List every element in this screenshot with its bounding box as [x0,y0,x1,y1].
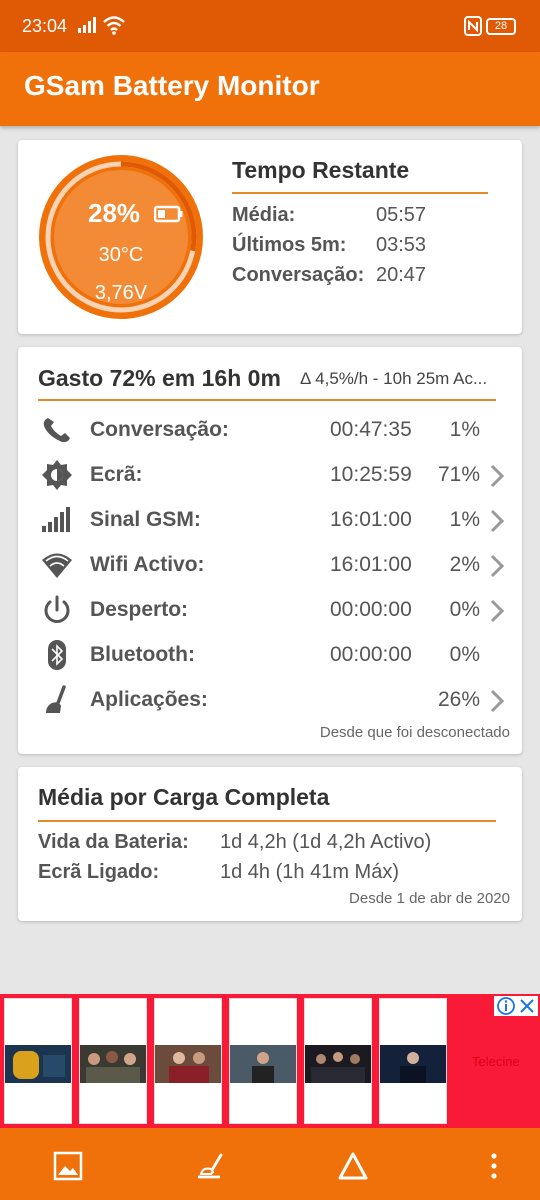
usage-row-awake[interactable]: Desperto: 00:00:00 0% [18,590,522,630]
usage-label: Bluetooth: [90,643,195,666]
average-footer: Desde 1 de abr de 2020 [349,890,510,907]
usage-percent: 1% [449,418,480,441]
nfc-icon [464,16,482,36]
time-remaining-value: 20:47 [376,264,427,286]
ad-choices[interactable] [494,996,538,1016]
bluetooth-icon [48,640,66,670]
average-title: Média por Carga Completa [38,784,330,810]
ad-thumbnail [305,1045,371,1083]
time-remaining-label: Média: [232,204,296,226]
usage-row-signal[interactable]: Sinal GSM: 16:01:00 1% [18,500,522,540]
time-remaining-title: Tempo Restante [232,157,410,183]
ad-tile[interactable] [79,998,147,1124]
usage-row-call[interactable]: Conversação: 00:47:35 1% [18,410,522,450]
usage-label: Desperto: [90,598,189,621]
battery-status-card: 28% 30°C 3,76V Tempo Restante Média: 05:… [18,140,522,334]
battery-voltage: 3,76V [94,282,148,304]
chevron-right-icon[interactable] [488,463,506,489]
ad-thumbnail [230,1045,296,1083]
phone-icon [43,418,70,443]
ad-tile[interactable] [4,998,72,1124]
ad-thumbnail [155,1045,221,1083]
usage-row-screen[interactable]: Ecrã: 10:25:59 71% [18,455,522,495]
ad-thumbnail [80,1045,146,1083]
time-remaining-value: 05:57 [376,204,427,226]
usage-percent: 71% [437,463,480,486]
app-bar: GSam Battery Monitor [0,52,540,126]
usage-percent: 0% [449,598,480,621]
time-remaining-label: Últimos 5m: [232,234,347,256]
info-icon[interactable] [496,996,516,1016]
usage-row-apps[interactable]: Aplicações: 26% [18,680,522,720]
ad-thumbnail [380,1045,446,1083]
usage-label: Ecrã: [90,463,143,486]
usage-row-wifi[interactable]: Wifi Activo: 16:01:00 2% [18,545,522,585]
time-remaining-label: Conversação: [232,264,365,286]
chevron-right-icon[interactable] [488,553,506,579]
battery-gauge[interactable]: 28% 30°C 3,76V [36,152,206,322]
ad-tile[interactable] [154,998,222,1124]
usage-footer: Desde que foi desconectado [319,724,510,741]
chevron-right-icon[interactable] [488,598,506,624]
chevron-right-icon[interactable] [488,508,506,534]
usage-percent: 2% [449,553,480,576]
usage-time: 00:00:00 [330,598,412,621]
usage-time: 00:00:00 [330,643,412,666]
usage-time: 16:01:00 [330,553,412,576]
usage-card: Gasto 72% em 16h 0m Δ 4,5%/h - 10h 25m A… [18,347,522,754]
status-time: 23:04 [22,16,68,36]
usage-time: 10:25:59 [330,463,412,486]
average-value: 1d 4,2h (1d 4,2h Activo) [220,831,432,853]
usage-label: Aplicações: [90,688,208,711]
usage-label: Wifi Activo: [90,553,205,576]
usage-percent: 26% [437,688,480,711]
usage-label: Conversação: [90,418,229,441]
usage-title: Gasto 72% em 16h 0m [38,365,281,391]
battery-percent: 28% [88,198,141,228]
wifi-icon [42,553,72,578]
usage-time: 00:47:35 [330,418,412,441]
usage-row-bluetooth[interactable]: Bluetooth: 00:00:00 0% [18,635,522,675]
status-bar: 23:04 28 [0,0,540,52]
divider [38,399,496,401]
battery-icon [154,205,183,223]
app-title: GSam Battery Monitor [24,70,320,101]
broom-icon [46,685,66,713]
brightness-icon [42,460,72,490]
close-icon[interactable] [518,997,536,1015]
ad-tile[interactable] [304,998,372,1124]
ad-thumbnail [5,1045,71,1083]
delta-icon[interactable] [337,1150,369,1182]
usage-time: 16:01:00 [330,508,412,531]
wifi-status-icon [103,16,125,35]
average-label: Ecrã Ligado: [38,861,160,883]
cell-signal-icon [78,17,96,33]
usage-subtitle: Δ 4,5%/h - 10h 25m Ac... [300,369,488,388]
divider [38,820,496,822]
usage-percent: 0% [449,643,480,666]
image-icon[interactable] [52,1150,84,1182]
signal-icon [42,507,70,532]
chevron-right-icon[interactable] [488,688,506,714]
ad-cta-text[interactable]: Telecine [472,1054,520,1069]
average-value: 1d 4h (1h 41m Máx) [220,861,399,883]
ad-tile[interactable] [379,998,447,1124]
ad-tile[interactable] [229,998,297,1124]
usage-percent: 1% [449,508,480,531]
average-card: Média por Carga Completa Vida da Bateria… [18,767,522,921]
time-remaining-value: 03:53 [376,234,427,256]
power-icon [44,595,70,623]
bottom-toolbar [0,1128,540,1200]
ad-banner[interactable]: Telecine [0,994,540,1128]
status-battery-icon: 28 [486,18,516,35]
usage-label: Sinal GSM: [90,508,201,531]
broom-icon[interactable] [194,1150,226,1182]
more-options-icon[interactable] [478,1150,510,1182]
divider [232,192,488,194]
battery-temperature: 30°C [98,244,144,266]
average-label: Vida da Bateria: [38,831,189,853]
